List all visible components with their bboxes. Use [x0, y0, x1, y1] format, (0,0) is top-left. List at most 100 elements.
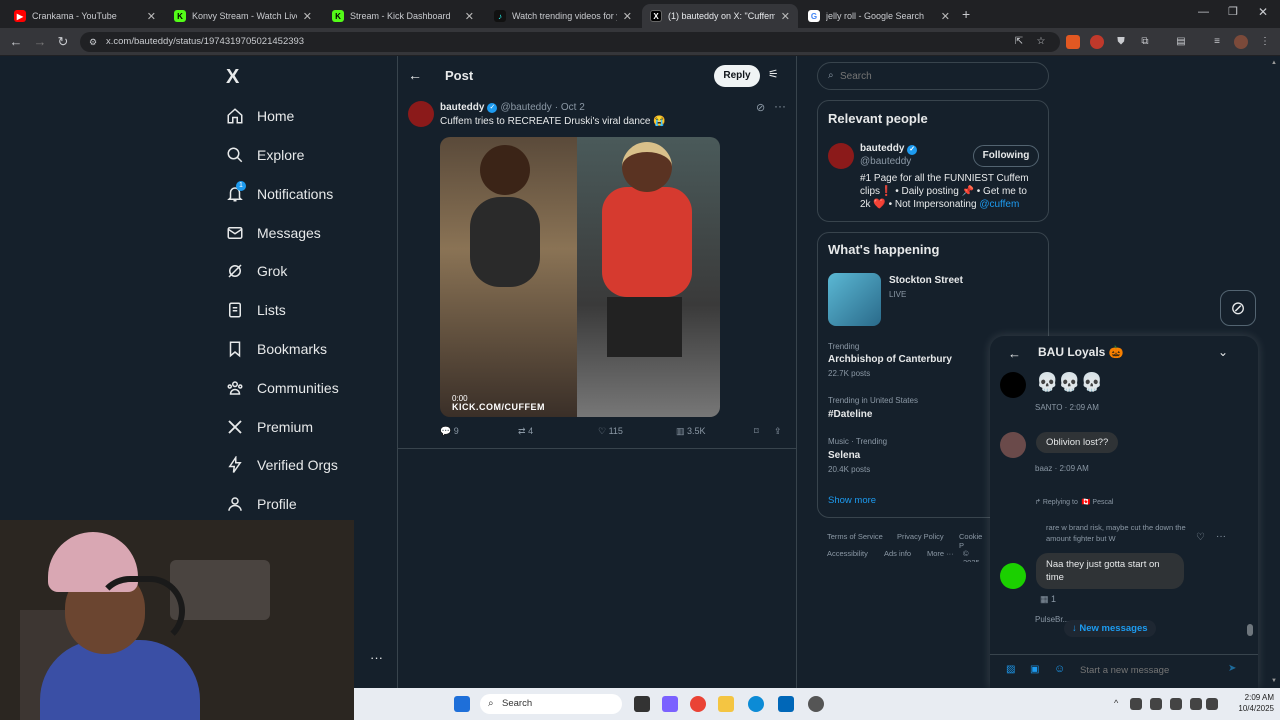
scrollbar[interactable]: ▲ ▼ — [1270, 60, 1278, 686]
volume-icon[interactable] — [1206, 698, 1218, 710]
react-icon[interactable]: ♡ — [1196, 532, 1205, 543]
extension-icon[interactable] — [1090, 35, 1104, 49]
person-name[interactable]: bauteddy ✓ — [860, 143, 918, 155]
like-action[interactable]: ♡ 115 — [598, 426, 623, 437]
footer-link[interactable]: Accessibility — [827, 549, 868, 558]
browser-tab[interactable]: G jelly roll - Google Search ✕ — [800, 4, 958, 28]
footer-link[interactable]: Ads info — [884, 549, 911, 558]
restore-icon[interactable]: ❐ — [1228, 5, 1238, 18]
following-button[interactable]: Following — [973, 145, 1039, 167]
close-tab-icon[interactable]: ✕ — [465, 10, 474, 23]
post-date[interactable]: · Oct 2 — [555, 102, 585, 113]
url-bar[interactable]: ⚙ x.com/bauteddy/status/1974319705021452… — [80, 32, 1060, 52]
avatar[interactable] — [408, 101, 434, 127]
sidebar-item-communities[interactable]: Communities — [226, 376, 339, 400]
chat-scroll-thumb[interactable] — [1247, 624, 1253, 636]
sidebar-item-verified-orgs[interactable]: Verified Orgs — [226, 453, 338, 477]
close-tab-icon[interactable]: ✕ — [941, 10, 950, 23]
more-icon[interactable]: ··· — [774, 99, 786, 113]
send-icon[interactable]: ➤ — [1228, 663, 1236, 674]
trend-name[interactable]: #Dateline — [828, 409, 872, 420]
search-input[interactable] — [840, 68, 1040, 84]
x-logo-icon[interactable]: X — [226, 66, 248, 88]
store-icon[interactable] — [778, 696, 794, 712]
sidebar-item-profile[interactable]: Profile — [226, 492, 297, 516]
puzzle-icon[interactable]: ⧉ — [1138, 35, 1152, 49]
views-action[interactable]: ▥ 3.5K — [676, 426, 706, 437]
new-messages-button[interactable]: ↓ New messages — [1064, 620, 1156, 637]
footer-link[interactable]: More ··· — [927, 549, 954, 558]
avatar[interactable] — [1000, 563, 1026, 589]
forward-icon[interactable]: → — [32, 34, 48, 50]
tray-chevron-icon[interactable]: ^ — [1114, 698, 1118, 708]
footer-link[interactable]: Privacy Policy — [897, 532, 944, 541]
reply-button[interactable]: Reply — [714, 65, 760, 87]
search-box[interactable]: ⌕ — [817, 62, 1049, 90]
author-handle[interactable]: @bauteddy — [500, 102, 551, 113]
install-icon[interactable]: ⇱ — [1012, 35, 1026, 49]
minimize-icon[interactable]: — — [1198, 6, 1209, 18]
avatar[interactable] — [1234, 35, 1248, 49]
more-icon[interactable]: ··· — [1216, 531, 1226, 542]
browser-tab[interactable]: ▶ Crankama - YouTube ✕ — [6, 4, 164, 28]
gif-icon[interactable]: ▣ — [1030, 664, 1039, 675]
post-video[interactable]: 0:00 KICK.COM/CUFFEM — [440, 137, 720, 417]
browser-tab[interactable]: K Stream - Kick Dashboard ✕ — [324, 4, 482, 28]
avatar[interactable] — [828, 143, 854, 169]
sidebar-item-lists[interactable]: Lists — [226, 298, 286, 322]
sidebar-item-notifications[interactable]: 1 Notifications — [226, 181, 333, 206]
avatar[interactable] — [1000, 372, 1026, 398]
close-tab-icon[interactable]: ✕ — [147, 10, 156, 23]
live-title[interactable]: Stockton Street — [889, 275, 963, 286]
file-explorer-icon[interactable] — [718, 696, 734, 712]
grok-icon[interactable]: ⊘ — [756, 101, 765, 114]
tray-app-icon[interactable] — [1130, 698, 1142, 710]
collapse-icon[interactable]: ⌄ — [1218, 345, 1228, 359]
tray-app-icon[interactable] — [1170, 698, 1182, 710]
scroll-up-icon[interactable]: ▲ — [1271, 60, 1277, 66]
kebab-menu-icon[interactable]: ⋮ — [1258, 35, 1272, 49]
sidebar-icon[interactable]: ▤ — [1174, 35, 1188, 49]
browser-tab[interactable]: ♪ Watch trending videos for you✕ — [486, 4, 640, 28]
image-icon[interactable]: ▨ — [1006, 664, 1015, 675]
app-icon[interactable] — [808, 696, 824, 712]
repost-action[interactable]: ⇄ 4 — [518, 426, 533, 437]
close-tab-icon[interactable]: ✕ — [781, 10, 790, 23]
copilot-icon[interactable] — [662, 696, 678, 712]
sidebar-item-bookmarks[interactable]: Bookmarks — [226, 337, 327, 361]
edge-icon[interactable] — [748, 696, 764, 712]
extension-icon[interactable] — [1066, 35, 1080, 49]
sidebar-item-explore[interactable]: Explore — [226, 143, 304, 167]
trend-name[interactable]: Selena — [828, 450, 860, 461]
grok-float-button[interactable]: ⊘ — [1220, 290, 1256, 326]
sidebar-item-home[interactable]: Home — [226, 104, 294, 128]
person-handle[interactable]: @bauteddy — [860, 156, 911, 167]
message-input[interactable] — [1080, 662, 1220, 678]
back-icon[interactable]: ← — [8, 34, 24, 50]
browser-tab[interactable]: K Konvy Stream - Watch Live ✕ — [166, 4, 320, 28]
bookmark-icon[interactable]: ⌑ — [754, 426, 759, 437]
avatar[interactable] — [1000, 432, 1026, 458]
tray-app-icon[interactable] — [1150, 698, 1162, 710]
reaction-chip[interactable]: ▦ 1 — [1040, 594, 1056, 605]
chrome-icon[interactable] — [690, 696, 706, 712]
live-thumbnail[interactable] — [828, 273, 881, 326]
emoji-icon[interactable]: ☺ — [1054, 663, 1065, 675]
back-arrow-icon[interactable]: ← — [408, 67, 422, 83]
footer-link[interactable]: Terms of Service — [827, 532, 883, 541]
media-icon[interactable]: ≡ — [1210, 35, 1224, 49]
sidebar-item-premium[interactable]: Premium — [226, 415, 313, 439]
shield-icon[interactable]: ⛊ — [1114, 35, 1128, 49]
wifi-icon[interactable] — [1190, 698, 1202, 710]
mention-link[interactable]: @cuffem — [979, 199, 1019, 210]
new-tab-button[interactable]: + — [962, 6, 970, 22]
back-arrow-icon[interactable]: ← — [1008, 346, 1021, 361]
site-info-icon[interactable]: ⚙ — [89, 32, 97, 52]
trend-name[interactable]: Archbishop of Canterbury — [828, 354, 952, 365]
reply-action[interactable]: 💬 9 — [440, 426, 459, 437]
share-icon[interactable]: ⇪ — [774, 426, 782, 437]
scroll-down-icon[interactable]: ▼ — [1271, 678, 1277, 684]
task-view-icon[interactable] — [634, 696, 650, 712]
browser-tab-active[interactable]: X (1) bauteddy on X: "Cuffem ha✕ — [642, 4, 798, 28]
close-window-icon[interactable]: ✕ — [1258, 5, 1268, 19]
